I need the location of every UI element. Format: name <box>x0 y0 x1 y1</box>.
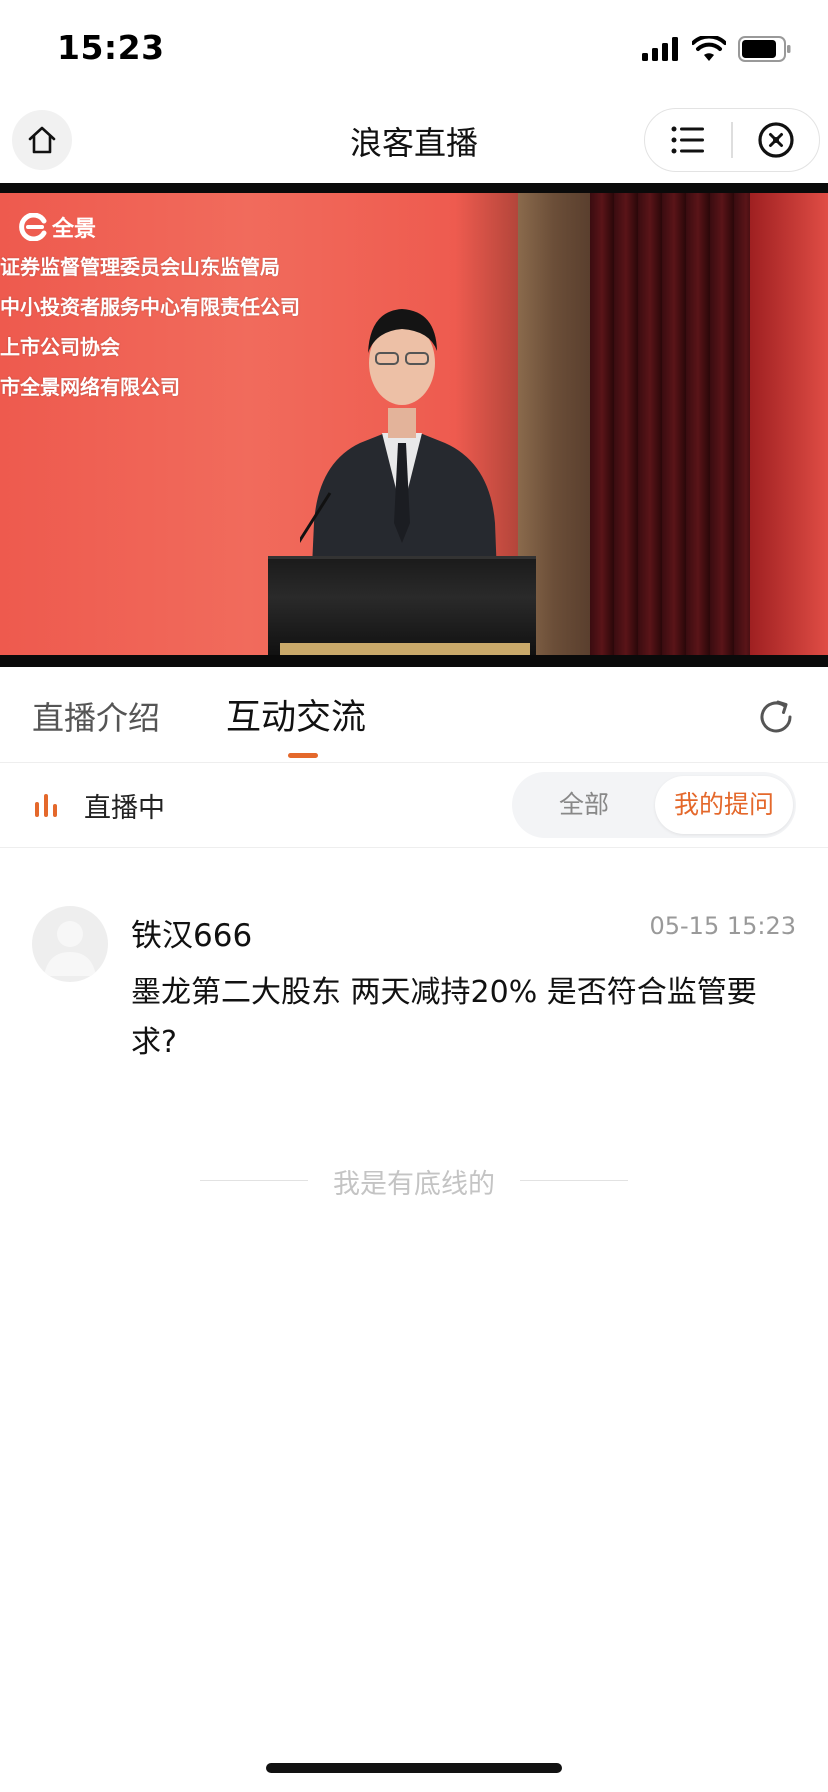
live-bars-icon <box>35 794 57 817</box>
status-bar: 15:23 <box>0 0 828 96</box>
filter-all-button[interactable]: 全部 <box>512 772 656 838</box>
refresh-icon <box>760 700 792 733</box>
mini-program-capsule <box>644 108 820 172</box>
menu-button[interactable] <box>645 109 731 171</box>
banner-text: 证券监督管理委员会山东监管局 中小投资者服务中心有限责任公司 上市公司协会 市全… <box>0 247 300 407</box>
battery-icon <box>738 36 791 62</box>
wifi-icon <box>692 36 726 61</box>
question-item: 铁汉666 05-15 15:23 墨龙第二大股东 两天减持20% 是否符合监管… <box>0 850 828 1090</box>
default-avatar-icon <box>44 921 96 976</box>
tab-bar: 直播介绍 互动交流 <box>0 667 828 763</box>
avatar <box>32 906 108 982</box>
status-icons <box>642 36 792 62</box>
live-video-player[interactable]: 全景 证券监督管理委员会山东监管局 中小投资者服务中心有限责任公司 上市公司协会… <box>0 183 828 667</box>
banner-line: 中小投资者服务中心有限责任公司 <box>0 295 300 319</box>
close-circle-icon <box>758 122 794 158</box>
close-button[interactable] <box>733 109 819 171</box>
banner-logo: 全景 <box>18 211 96 243</box>
banner-line: 上市公司协会 <box>0 335 120 359</box>
live-status-bar: 直播中 全部 我的提问 <box>0 764 828 848</box>
divider-right <box>520 1180 628 1181</box>
question-timestamp: 05-15 15:23 <box>649 912 796 940</box>
podium <box>268 556 536 655</box>
banner-line: 证券监督管理委员会山东监管局 <box>0 255 280 279</box>
filter-my-questions-button[interactable]: 我的提问 <box>655 776 793 834</box>
banner-line: 市全景网络有限公司 <box>0 375 180 399</box>
podium-base <box>280 643 530 655</box>
video-frame: 全景 证券监督管理委员会山东监管局 中小投资者服务中心有限责任公司 上市公司协会… <box>0 193 828 655</box>
question-username: 铁汉666 <box>131 918 253 954</box>
tab-interaction[interactable]: 互动交流 <box>226 689 366 740</box>
panorama-logo-icon <box>19 213 47 241</box>
question-filter-toggle: 全部 我的提问 <box>512 772 796 838</box>
nav-bar: 浪客直播 <box>0 96 828 184</box>
status-time: 15:23 <box>57 28 165 67</box>
stage-curtain <box>590 193 750 655</box>
list-menu-icon <box>671 126 705 154</box>
cellular-signal-icon <box>642 37 678 61</box>
end-of-list-text: 我是有底线的 <box>333 1169 495 1200</box>
live-status-text: 直播中 <box>84 793 165 824</box>
end-of-list-indicator: 我是有底线的 <box>200 1160 628 1200</box>
question-text: 墨龙第二大股东 两天减持20% 是否符合监管要求? <box>131 975 757 1060</box>
tab-live-intro[interactable]: 直播介绍 <box>32 693 160 739</box>
active-tab-indicator <box>288 753 318 758</box>
refresh-button[interactable] <box>756 697 796 737</box>
banner-logo-text: 全景 <box>52 217 97 242</box>
home-indicator[interactable] <box>266 1763 562 1773</box>
